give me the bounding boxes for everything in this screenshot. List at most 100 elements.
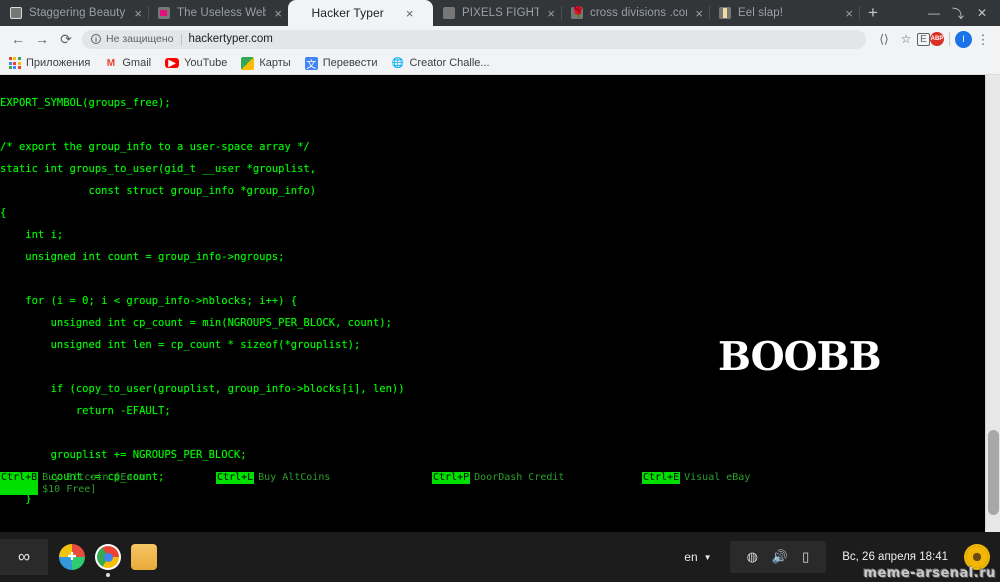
code-line: EXPORT_SYMBOL(groups_free); [0,97,171,109]
info-icon: i [91,34,101,44]
tab-title: Staggering Beauty [29,7,126,19]
tab-close-icon[interactable]: × [406,7,414,20]
code-line: { [0,207,7,219]
window-controls: — ⤵ ✕ [922,0,1000,26]
window-minimize-button[interactable]: — [922,0,946,26]
bookmark-label: Перевести [322,57,378,69]
bookmark-creator-challenge[interactable]: 🌐 Creator Challe... [391,57,490,70]
code-line: grouplist += NGROUPS_PER_BLOCK; [0,449,247,461]
tab-favicon-eel-icon [719,7,731,19]
photos-app-icon[interactable]: ✚ [59,544,85,570]
browser-tab-eel-slap[interactable]: Eel slap! × [709,0,860,26]
site-watermark: meme-arsenal.ru [863,566,996,581]
browser-tab-cross-divisions[interactable]: 🌹 cross divisions .coм × [561,0,710,26]
infinity-icon[interactable]: ∞ [0,539,48,575]
page-scrollbar-thumb[interactable] [988,430,999,515]
clock[interactable]: Вс, 26 апреля 18:41 [842,551,948,563]
browser-tab-hacker-typer[interactable]: Hacker Typer × [288,0,433,26]
tab-favicon-white-square-icon [10,7,22,19]
extension-adblock-icon[interactable]: ABP [930,32,944,46]
files-folder-icon[interactable] [131,544,157,570]
tab-close-icon[interactable]: × [845,7,853,20]
profile-avatar[interactable]: I [955,30,972,48]
code-line: static int groups_to_user(gid_t __user *… [0,163,317,175]
address-bar-url: hackertyper.com [188,33,273,45]
chrome-logo-icon [97,546,119,568]
forward-icon[interactable]: → [30,27,54,51]
language-indicator[interactable]: en ▼ [684,550,711,564]
bookmark-maps[interactable]: Карты [241,56,291,70]
tab-title: Eel slap! [738,7,784,19]
sunflower-icon[interactable] [966,546,988,568]
toolbar-divider [949,32,950,46]
apps-grid-icon [8,57,21,70]
screen: Staggering Beauty × The Useless Web × Ha… [0,0,1000,582]
bookmarks-bar: Приложения M Gmail ▶ YouTube Карты 文 Пер… [0,52,1000,75]
browser-menu-icon[interactable]: ⋮ [972,28,994,50]
plus-icon: ✚ [67,551,77,563]
bookmark-apps[interactable]: Приложения [8,57,90,70]
ad-shortcut-item[interactable]: Ctrl+L Buy AltCoins [216,472,432,502]
tab-favicon-rose-icon: 🌹 [571,7,585,19]
tab-close-icon[interactable]: × [547,7,555,20]
volume-icon[interactable]: 🔊 [772,549,788,565]
wifi-icon[interactable]: ◍ [747,549,758,565]
tab-separator [859,6,860,20]
tab-close-icon[interactable]: × [134,7,142,20]
bookmark-label: Приложения [26,57,91,69]
browser-tab-the-useless-web[interactable]: The Useless Web × [148,0,288,26]
code-line: const struct group_info *group_info) [0,185,317,197]
ad-shortcut-item[interactable]: Ctrl+B Buy Bitcoin [Earn $10 Free] [0,472,216,502]
ad-shortcut-item[interactable]: Ctrl+E Visual eBay [642,472,870,502]
browser-toolbar: ← → ⟳ i Не защищено hackertyper.com ⟨⟩ ☆… [0,26,1000,52]
hacker-typer-ad-bar: Ctrl+B Buy Bitcoin [Earn $10 Free] Ctrl+L B… [0,472,985,502]
page-scrollbar[interactable] [985,75,1000,532]
translate-icon[interactable]: ⟨⟩ [873,28,895,50]
maps-icon [241,56,255,70]
battery-icon[interactable]: ▯ [802,549,809,565]
address-bar[interactable]: i Не защищено hackertyper.com [82,29,866,49]
ad-shortcut-item[interactable]: Ctrl+P DoorDash Credit [432,472,642,502]
globe-icon: 🌐 [391,57,405,69]
youtube-icon: ▶ [165,58,180,69]
hacker-typer-page[interactable]: EXPORT_SYMBOL(groups_free); /* export th… [0,75,1000,532]
code-line: unsigned int count = group_info->ngroups… [0,251,285,263]
bookmark-translate[interactable]: 文 Перевести [304,56,378,71]
window-close-button[interactable]: ✕ [970,0,994,26]
ad-shortcut-label: Buy AltCoins [258,472,331,483]
back-icon[interactable]: ← [6,27,30,51]
system-tray: ◍ 🔊 ▯ [729,541,827,573]
site-security-info[interactable]: i Не защищено [91,33,174,45]
browser-tab-staggering-beauty[interactable]: Staggering Beauty × [0,0,149,26]
window-restore-button[interactable]: ⤵ [946,0,970,26]
reload-icon[interactable]: ⟳ [54,27,78,51]
ad-shortcut-label: Visual eBay [684,472,751,483]
code-line: /* export the group_info to a user-space… [0,141,310,153]
ad-shortcut-key: Ctrl+P [432,472,471,484]
tab-close-icon[interactable]: × [695,7,703,20]
os-taskbar: ∞ ✚ en ▼ ◍ 🔊 ▯ Вс, 26 апреля 18:41 [0,532,1000,582]
bookmark-star-icon[interactable]: ☆ [895,28,917,50]
ad-shortcut-key: Ctrl+E [642,472,681,484]
bookmark-youtube[interactable]: ▶ YouTube [165,57,227,69]
code-line: int i; [0,229,64,241]
bookmark-label: Gmail [122,57,152,69]
chrome-app-icon[interactable] [95,544,121,577]
tab-favicon-grey-circle-icon [443,7,455,19]
language-label: en [684,550,698,564]
tab-close-icon[interactable]: × [274,7,282,20]
new-tab-button[interactable]: + [859,0,887,26]
bookmark-gmail[interactable]: M Gmail [104,57,151,70]
browser-tab-pixels-fighting[interactable]: PIXELS FIGHTING × [433,0,562,26]
security-label: Не защищено [106,33,174,45]
ad-shortcut-key: Ctrl+B [0,472,39,495]
bookmark-label: Creator Challe... [409,57,490,69]
taskbar-left-group: ∞ ✚ [0,532,162,582]
extension-e-icon[interactable]: E [917,32,930,46]
ad-shortcut-key: Ctrl+L [216,472,255,484]
bookmark-label: YouTube [184,57,228,69]
tab-title: Hacker Typer [311,6,384,20]
running-indicator [106,573,110,577]
